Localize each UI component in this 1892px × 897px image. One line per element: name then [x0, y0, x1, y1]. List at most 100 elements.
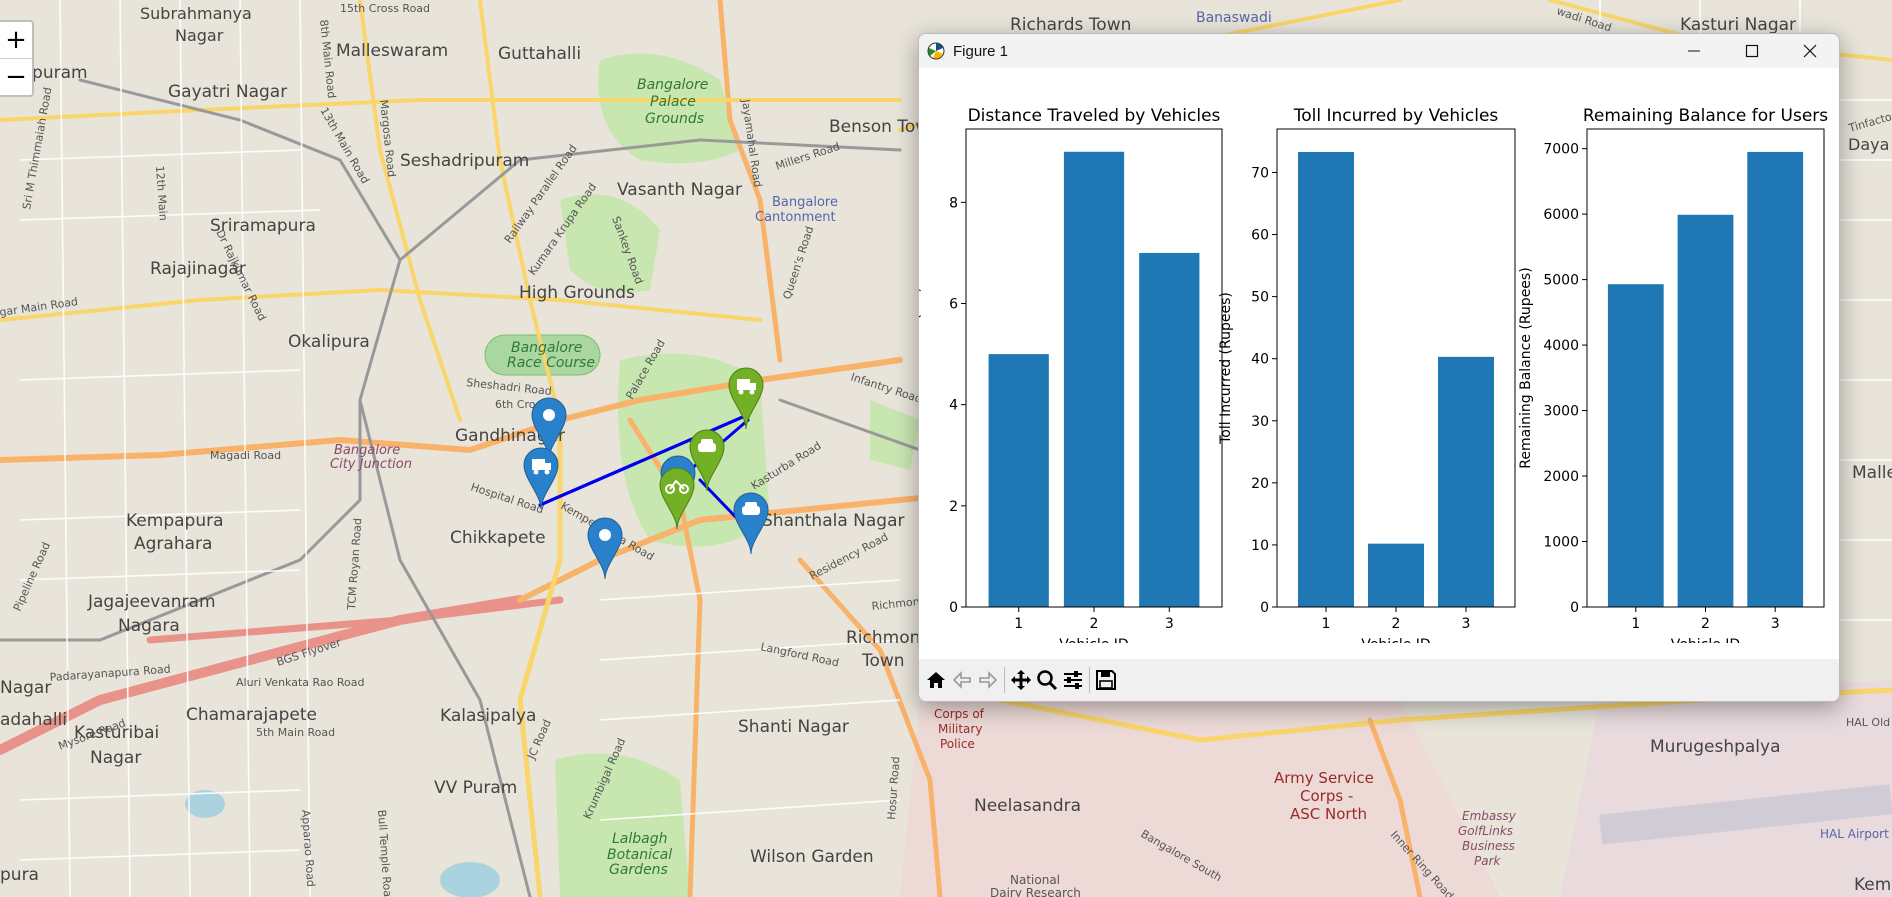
map-label-race-course-2: Race Course — [507, 355, 595, 371]
y-tick-label: 40 — [1251, 352, 1269, 368]
bar-1-1[interactable] — [988, 354, 1049, 607]
save-button[interactable] — [1093, 665, 1119, 695]
map-label-subrahmanya-nagar: Nagar — [175, 26, 224, 45]
map-label-city-junction-1: Bangalore — [334, 443, 400, 458]
y-tick-label: 6 — [949, 297, 958, 313]
figure-canvas[interactable]: 12302468Distance Traveled by VehiclesVeh… — [919, 68, 1839, 653]
y-tick-label: 30 — [1251, 414, 1269, 430]
zoom-out-button[interactable]: − — [0, 58, 32, 95]
map-label-palace-grounds-3: Grounds — [645, 111, 704, 127]
bar-2-1[interactable] — [1298, 151, 1354, 607]
home-icon — [927, 672, 945, 688]
chart-title: Distance Traveled by Vehicles — [968, 106, 1221, 126]
minimize-icon — [1688, 50, 1700, 52]
y-tick-label: 70 — [1251, 165, 1269, 181]
map-label-nagar-left: Nagar — [0, 678, 51, 698]
x-tick-label: 1 — [1014, 616, 1023, 632]
configure-subplots-icon — [1064, 671, 1082, 689]
navigation-toolbar — [919, 659, 1839, 701]
x-tick-label: 3 — [1165, 616, 1174, 632]
window-titlebar[interactable]: Figure 1 — [919, 34, 1839, 68]
map-label-kalasipalya: Kalasipalya — [440, 706, 536, 726]
configure-subplots-button[interactable] — [1060, 665, 1086, 695]
map-label-gayatri-nagar: Gayatri Nagar — [168, 82, 287, 102]
chart-title: Toll Incurred by Vehicles — [1293, 106, 1499, 126]
bar-2-3[interactable] — [1438, 356, 1494, 607]
forward-button[interactable] — [975, 665, 1001, 695]
map-label-vv-puram: VV Puram — [434, 778, 517, 798]
map-label-richards-town: Richards Town — [1010, 15, 1131, 35]
zoom-icon — [1037, 670, 1058, 691]
map-label-kasturibai-nagar: Nagar — [90, 748, 141, 768]
map-label-lalbagh-2: Botanical — [607, 847, 672, 863]
minimize-button[interactable] — [1665, 34, 1723, 68]
map-label-murugeshpalya: Murugeshpalya — [1650, 737, 1781, 757]
pan-button[interactable] — [1008, 665, 1034, 695]
window-title: Figure 1 — [953, 42, 1009, 60]
y-tick-label: 20 — [1251, 476, 1269, 492]
map-label-kasturi-nagar: Kasturi Nagar — [1680, 15, 1796, 35]
y-tick-label: 2 — [949, 499, 958, 515]
map-label-subrahmanya: Subrahmanya — [140, 4, 252, 23]
map-label-hal-airport: HAL Airport — [1820, 827, 1889, 841]
home-button[interactable] — [923, 665, 949, 695]
back-button[interactable] — [949, 665, 975, 695]
save-icon — [1096, 670, 1116, 690]
map-label-asc-3: ASC North — [1290, 805, 1367, 823]
toolbar-separator — [1089, 667, 1090, 693]
back-arrow-icon — [952, 671, 971, 689]
y-tick-label: 10 — [1251, 538, 1269, 554]
map-label-wilson-garden: Wilson Garden — [750, 847, 874, 867]
map-label-guttahalli: Guttahalli — [498, 44, 581, 64]
zoom-button[interactable] — [1034, 665, 1060, 695]
map-label-race-course-1: Bangalore — [511, 340, 582, 356]
map-label-kempapura: Kempapura — [126, 511, 224, 531]
x-tick-label: 3 — [1771, 616, 1780, 632]
map-label-seshadripuram: Seshadripuram — [400, 151, 529, 171]
road-15th-cross: 15th Cross Road — [340, 2, 430, 15]
bar-3-3[interactable] — [1747, 151, 1804, 607]
bar-2-2[interactable] — [1368, 543, 1424, 607]
toolbar-separator — [1004, 667, 1005, 693]
map-label-palace-grounds-1: Bangalore — [637, 77, 708, 93]
map-label-neelasandra: Neelasandra — [974, 796, 1081, 816]
map-label-ndr-1: National — [1010, 873, 1060, 887]
maximize-button[interactable] — [1723, 34, 1781, 68]
map-label-hadalli: adahalli — [0, 710, 67, 730]
close-button[interactable] — [1781, 34, 1839, 68]
map-label-cmp-2: Military — [938, 722, 982, 736]
map-label-asc-2: Corps - — [1300, 787, 1353, 805]
map-label-embassy-2: GolfLinks — [1458, 824, 1513, 838]
y-tick-label: 60 — [1251, 228, 1269, 244]
close-icon — [1803, 44, 1817, 58]
map-label-richmond-town: Town — [861, 651, 905, 671]
bar-3-1[interactable] — [1607, 284, 1664, 607]
y-tick-label: 4000 — [1543, 338, 1579, 354]
bar-3-2[interactable] — [1677, 214, 1734, 607]
zoom-in-button[interactable]: + — [0, 22, 32, 58]
y-axis-label: Distance Traveled (km) — [919, 287, 923, 449]
map-label-city-junction-2: City Junction — [330, 457, 412, 472]
map-label-dayanagar: Daya Nagar — [1848, 135, 1892, 154]
y-tick-label: 4 — [949, 398, 958, 414]
y-tick-label: 3000 — [1543, 404, 1579, 420]
x-axis-label: Vehicle ID — [1059, 637, 1128, 643]
map-label-jagajeevanram: Jagajeevanram — [87, 592, 216, 612]
bar-1-2[interactable] — [1063, 151, 1125, 607]
road-5th-main: 5th Main Road — [256, 726, 335, 739]
map-label-high-grounds: High Grounds — [519, 283, 635, 303]
x-tick-label: 1 — [1631, 616, 1640, 632]
y-tick-label: 2000 — [1543, 469, 1579, 485]
map-label-banaswadi: Banaswadi — [1196, 10, 1272, 26]
map-label-shanthala-nagar: Shanthala Nagar — [762, 511, 905, 531]
maximize-icon — [1745, 44, 1759, 58]
bar-1-3[interactable] — [1139, 252, 1200, 608]
map-label-pura: pura — [0, 865, 39, 885]
y-tick-label: 1000 — [1543, 535, 1579, 551]
figure-window: Figure 1 1 2 3 0 2 4 6 8 Distance Traveled by Ve… — [918, 33, 1840, 702]
charts-svg: 12302468Distance Traveled by VehiclesVeh… — [919, 106, 1828, 653]
y-tick-label: 0 — [949, 600, 958, 616]
map-label-cmp-1: Corps of — [934, 707, 985, 721]
y-tick-label: 0 — [1570, 600, 1579, 616]
x-tick-label: 2 — [1392, 616, 1401, 632]
